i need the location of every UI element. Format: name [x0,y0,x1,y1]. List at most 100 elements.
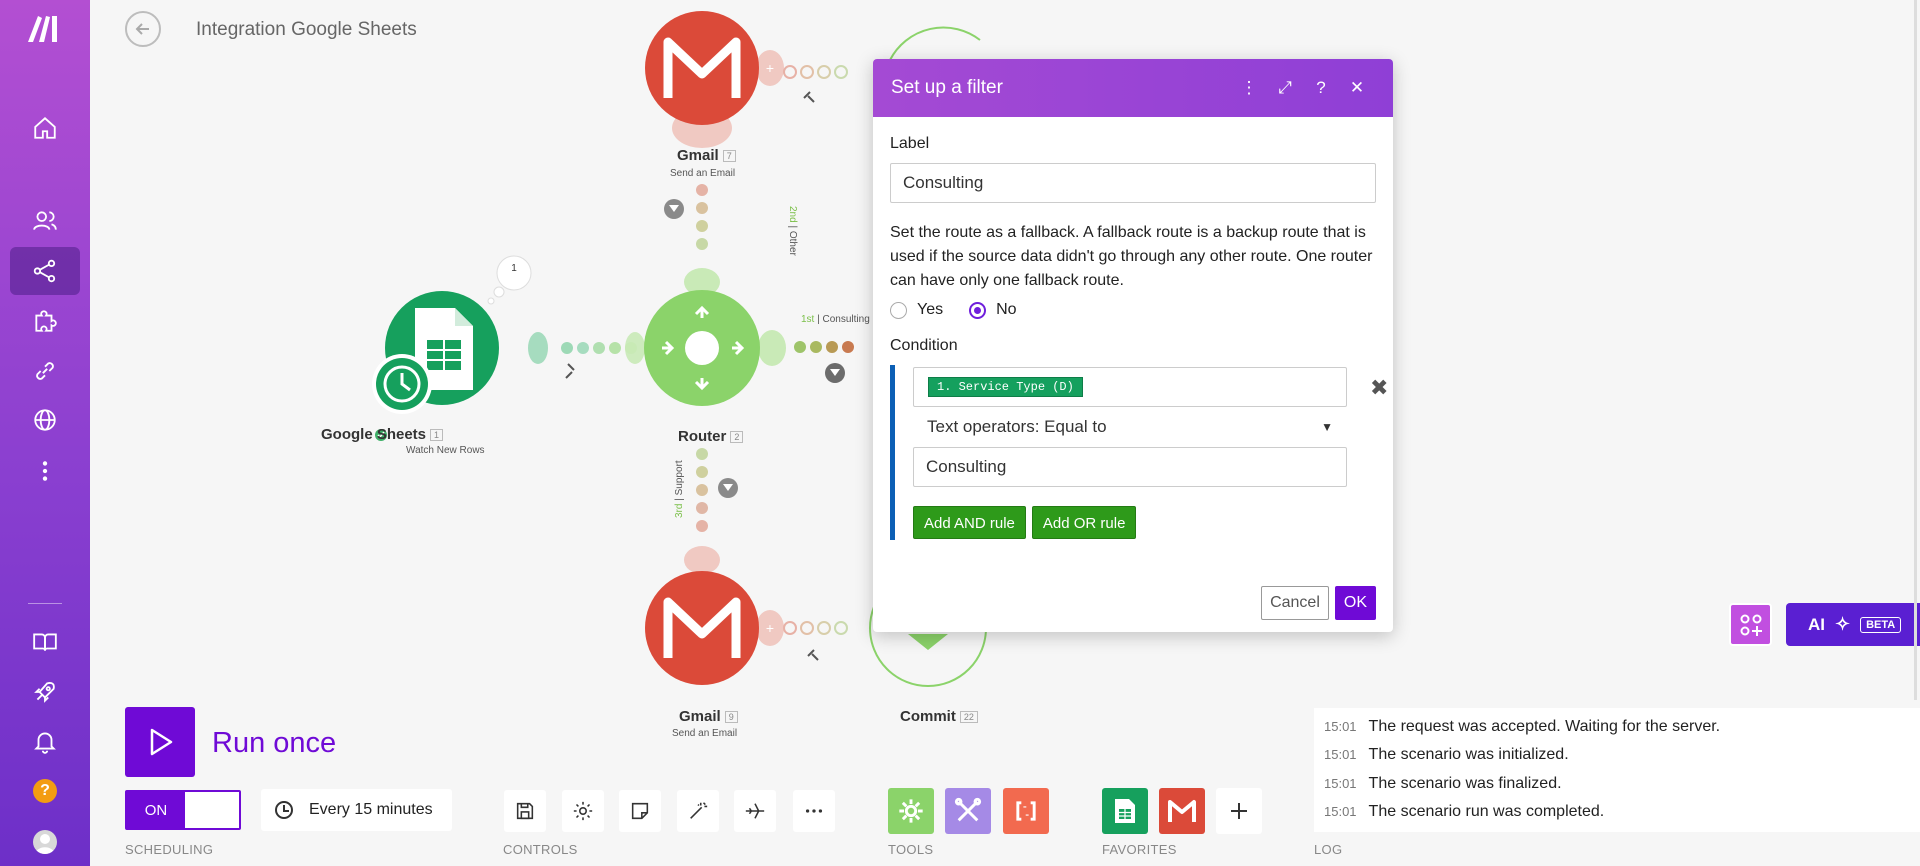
beta-badge: BETA [1860,616,1902,633]
route-3-label[interactable]: 3rd | Support [674,460,685,518]
schedule-setting[interactable]: Every 15 minutes [261,789,452,831]
ok-button[interactable]: OK [1334,586,1376,620]
run-once-button[interactable] [125,707,195,777]
close-icon[interactable]: ✕ [1339,78,1375,98]
fallback-yes-radio[interactable] [890,301,907,319]
help-icon[interactable]: ? [1303,78,1339,98]
play-icon [150,728,173,756]
sheets-bubble-count: 1 [511,263,517,274]
section-label-controls: CONTROLS [503,842,578,857]
expand-icon[interactable]: ⤢ [1267,78,1303,98]
router-module[interactable] [644,268,786,406]
log-entry: 15:01 The scenario run was completed. [1324,803,1605,820]
gmail-top-label: Gmail 7 [677,147,736,164]
canvas-scrollbar[interactable] [1914,0,1917,700]
operator-select[interactable]: Text operators: Equal to ▼ [913,407,1347,447]
log-entry: 15:01 The scenario was initialized. [1324,746,1569,763]
route-2-label[interactable]: 2nd | Other [787,206,798,256]
dialog-body: Label Consulting Set the route as a fall… [873,117,1393,558]
apps-puzzle-icon[interactable] [10,297,80,345]
save-icon[interactable] [504,790,546,832]
sidebar: ? [0,0,90,866]
more-vertical-icon[interactable] [10,447,80,495]
operator-value: Text operators: Equal to [927,417,1107,436]
notifications-bell-icon[interactable] [10,717,80,765]
gmail-top-sub: Send an Email [670,168,736,179]
avatar[interactable] [33,830,57,854]
condition-variable-pill[interactable]: 1. Service Type (D) [928,377,1083,397]
webhooks-globe-icon[interactable] [10,396,80,444]
sparkle-icon: ✧ [1835,614,1851,634]
json-tools-icon[interactable] [1003,788,1049,834]
condition-block: 1. Service Type (D) ✖ Text operators: Eq… [890,365,1388,540]
remove-condition-icon[interactable]: ✖ [1370,375,1388,401]
gmail-bottom-label: Gmail 9 [679,708,738,725]
route-3-connector[interactable] [696,448,738,532]
section-label-favorites: FAVORITES [1102,842,1177,857]
favorite-gmail-icon[interactable] [1159,788,1205,834]
favorite-google-sheets-icon[interactable] [1102,788,1148,834]
log-entry: 15:01 The request was accepted. Waiting f… [1324,718,1721,735]
add-or-rule-button[interactable]: Add OR rule [1031,506,1137,539]
sidebar-divider [28,603,62,604]
schedule-value: Every 15 minutes [309,801,433,818]
connections-link-icon[interactable] [10,347,80,395]
route-2-connector[interactable] [664,184,708,250]
toggle-on-label: ON [127,792,185,828]
make-logo-icon[interactable] [26,12,66,44]
gmail-module-bottom[interactable]: + [645,546,848,685]
home-icon[interactable] [10,104,80,152]
sheets-module-label: Google Sheets 1 [321,426,444,443]
ai-label: AI [1808,614,1825,634]
notes-icon[interactable] [619,790,661,832]
docs-book-icon[interactable] [10,618,80,666]
condition-operand-input[interactable]: 1. Service Type (D) [913,367,1347,407]
dialog-footer: Cancel OK [1261,586,1376,620]
rule-buttons: Add AND rule Add OR rule [913,506,1376,539]
run-once-label[interactable]: Run once [212,727,336,760]
section-label-log: LOG [1314,842,1343,857]
section-label-tools: TOOLS [888,842,934,857]
route-1-connector[interactable] [794,341,854,383]
more-horizontal-icon[interactable] [793,790,835,832]
flow-control-icon[interactable] [945,788,991,834]
dialog-header: Set up a filter ⋮ ⤢ ? ✕ [873,59,1393,117]
add-module-grid-button[interactable] [1729,603,1772,646]
explain-flow-plane-icon[interactable] [734,790,776,832]
filter-dialog: Set up a filter ⋮ ⤢ ? ✕ Label Consulting… [873,59,1393,632]
chevron-down-icon: ▼ [1321,420,1333,434]
fallback-yes-label[interactable]: Yes [917,301,943,319]
team-icon[interactable] [10,197,80,245]
router-module-label: Router 2 [678,428,744,445]
label-heading: Label [890,135,930,152]
connector-sheets-router[interactable] [528,332,645,379]
add-and-rule-button[interactable]: Add AND rule [913,506,1026,539]
more-vertical-icon[interactable]: ⋮ [1231,78,1267,98]
commit-module-label: Commit 22 [900,708,978,725]
scheduling-toggle[interactable]: ON [125,790,241,830]
auto-align-wand-icon[interactable] [677,790,719,832]
cancel-button[interactable]: Cancel [1261,586,1329,620]
fallback-radio-group: Yes No [890,301,1376,319]
google-sheets-module[interactable] [372,255,532,441]
help-icon[interactable]: ? [33,779,57,803]
add-favorite-plus-icon[interactable] [1216,788,1262,834]
fallback-help-text: Set the route as a fallback. A fallback … [890,224,1373,289]
fallback-no-label[interactable]: No [996,301,1016,319]
apps-grid-icon [1740,614,1762,636]
label-input[interactable]: Consulting [890,163,1376,203]
tools-gear-icon[interactable] [888,788,934,834]
gmail-bottom-sub: Send an Email [672,728,738,739]
log-panel: 15:01 The request was accepted. Waiting f… [1314,708,1920,832]
svg-text:+: + [766,620,774,636]
rocket-icon[interactable] [10,668,80,716]
ai-assistant-button[interactable]: AI ✧ BETA [1786,603,1920,646]
route-1-label[interactable]: 1st | Consulting [801,314,870,325]
condition-heading: Condition [890,337,958,354]
fallback-no-radio[interactable] [969,301,987,319]
settings-gear-icon[interactable] [562,790,604,832]
svg-text:+: + [766,60,774,76]
scenarios-icon[interactable] [10,247,80,295]
condition-value-input[interactable]: Consulting [913,447,1347,487]
log-entry: 15:01 The scenario was finalized. [1324,775,1562,792]
